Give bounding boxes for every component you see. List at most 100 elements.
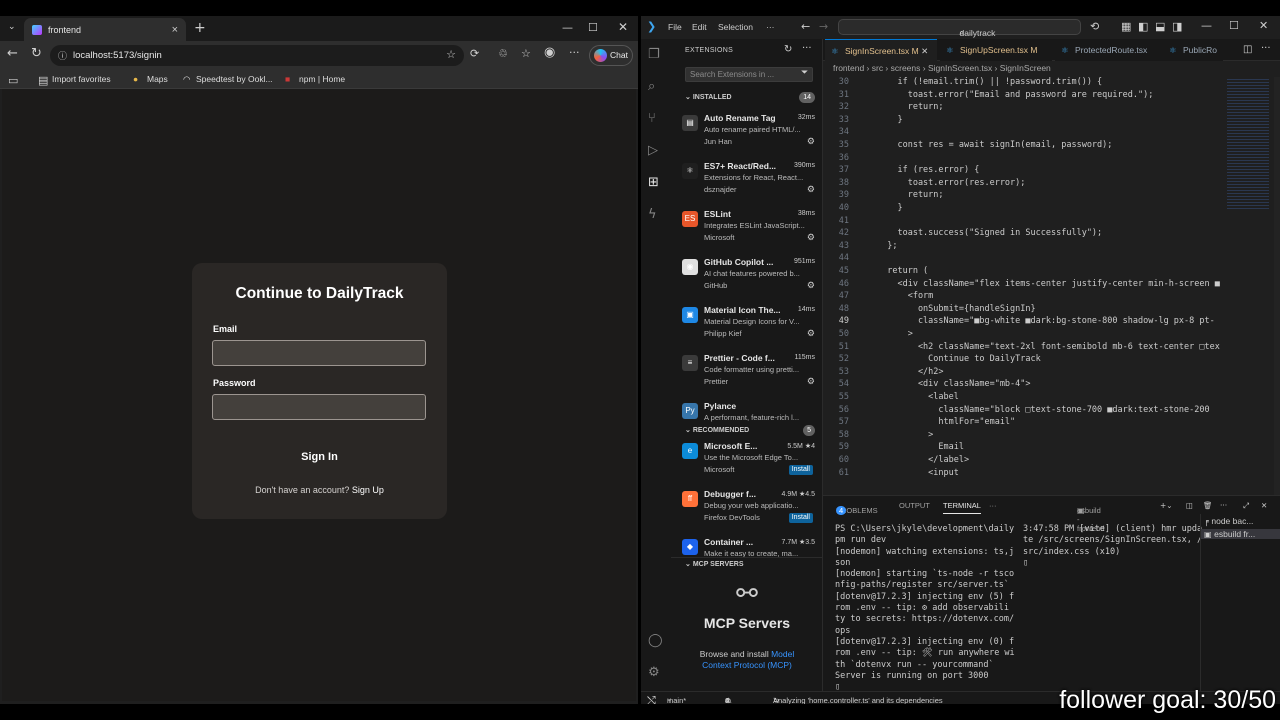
browser-essentials-icon[interactable]: ♲ <box>498 47 508 60</box>
terminal-output-left[interactable]: PS C:\Users\jkyle\development\daily pm r… <box>835 524 1015 693</box>
favorites-import-icon[interactable]: ▭ <box>8 74 18 87</box>
site-info-icon[interactable]: ⓘ <box>58 49 67 62</box>
menu-edit[interactable]: Edit <box>692 22 707 32</box>
recommended-section-header[interactable]: ⌄ RECOMMENDED 5 <box>671 424 822 437</box>
close-tab-icon[interactable]: × <box>172 24 178 36</box>
editor-tab[interactable]: ⚛ ProtectedRoute.tsx <box>1055 39 1167 61</box>
extension-item[interactable]: ▣ Material Icon The... 14ms Material Design… <box>671 301 822 349</box>
installed-section-header[interactable]: ⌄ INSTALLED 14 <box>671 91 822 104</box>
favorite-item-npm[interactable]: npm | Home <box>299 74 345 84</box>
refresh-icon[interactable]: ↻ <box>31 46 42 61</box>
toggle-sidebar-icon[interactable]: ◧ <box>1138 20 1148 33</box>
tab-terminal[interactable]: TERMINAL <box>943 501 981 514</box>
sign-in-button[interactable]: Sign In <box>192 451 447 463</box>
back-icon[interactable]: ← <box>7 46 18 61</box>
toggle-secondary-sidebar-icon[interactable]: ◨ <box>1172 20 1182 33</box>
run-debug-icon[interactable]: ▷ <box>648 143 658 158</box>
terminal-list-item-esbuild[interactable]: ▣ esbuild fr... <box>1201 529 1280 539</box>
extension-item[interactable]: ff Debugger f... 4.9M ★4.5 Debug your web a… <box>671 485 822 533</box>
editor-tab[interactable]: ⚛ SignUpScreen.tsx M <box>940 39 1052 61</box>
extension-icon[interactable]: ⟳ <box>470 47 479 60</box>
address-bar[interactable]: ⓘ localhost:5173/signin ☆ <box>50 45 464 66</box>
remote-icon[interactable]: ⤭ <box>647 694 656 704</box>
layout-icon[interactable]: ▦ <box>1121 20 1131 33</box>
sidebar-more-icon[interactable]: ··· <box>802 43 812 54</box>
command-center[interactable]: ⌕ dailytrack <box>838 19 1081 38</box>
manage-gear-icon[interactable]: ⚙ <box>807 232 815 243</box>
panel-more-icon[interactable]: ··· <box>1220 501 1227 510</box>
install-button[interactable]: Install <box>788 465 813 475</box>
code-view[interactable]: 30 if (!email.trim() || !password.trim()… <box>823 77 1223 495</box>
copilot-toggle-icon[interactable]: ⟲ <box>1090 20 1099 33</box>
tab-actions-icon[interactable]: ⌄ <box>8 22 16 32</box>
more-menu-icon[interactable]: ··· <box>569 46 580 59</box>
nav-back-icon[interactable]: ← <box>801 20 810 33</box>
filter-icon[interactable]: ⏷ <box>801 68 808 78</box>
editor-tab[interactable]: ⚛ PublicRo <box>1163 39 1223 61</box>
breadcrumb[interactable]: frontend › src › screens › SignInScreen.… <box>833 63 1051 73</box>
manage-gear-icon[interactable]: ⚙ <box>807 280 815 291</box>
menu-selection[interactable]: Selection <box>718 22 753 32</box>
mcp-link-model[interactable]: Model <box>771 649 794 659</box>
settings-gear-icon[interactable]: ⚙ <box>648 665 660 680</box>
manage-gear-icon[interactable]: ⚙ <box>807 136 815 147</box>
close-tab-icon[interactable]: ✕ <box>921 46 928 56</box>
maximize-icon[interactable]: ☐ <box>1229 19 1239 32</box>
menu-file[interactable]: File <box>668 22 682 32</box>
kill-terminal-icon[interactable]: 🗑 <box>1203 501 1213 510</box>
mcp-link-protocol[interactable]: Context Protocol (MCP) <box>702 660 792 670</box>
close-window-icon[interactable]: ✕ <box>1259 19 1268 32</box>
copilot-chat-button[interactable]: Chat <box>589 45 633 66</box>
manage-gear-icon[interactable]: ⚙ <box>807 376 815 387</box>
minimap[interactable] <box>1223 77 1280 495</box>
manage-gear-icon[interactable]: ⚙ <box>807 184 815 195</box>
maximize-icon[interactable]: ☐ <box>588 21 598 34</box>
favorite-item-maps[interactable]: Maps <box>147 74 168 84</box>
extension-item[interactable]: ◉ GitHub Copilot ... 951ms AI chat features… <box>671 253 822 301</box>
extension-item[interactable]: e Microsoft E... 5.5M ★4 Use the Microsoft … <box>671 437 822 485</box>
browser-tab[interactable]: frontend × <box>24 18 186 41</box>
maximize-panel-icon[interactable]: ⤢ <box>1243 501 1249 511</box>
tab-more[interactable]: ··· <box>989 501 997 510</box>
source-control-icon[interactable]: ⑂ <box>648 111 656 126</box>
account-icon[interactable]: ◯ <box>648 633 663 648</box>
lightning-icon[interactable]: ϟ <box>648 207 657 222</box>
terminal-list-item-node[interactable]: ╒ node bac... <box>1204 516 1253 526</box>
extension-item[interactable]: ⚛ ES7+ React/Red... 390ms Extensions for Re… <box>671 157 822 205</box>
email-field[interactable] <box>212 340 426 366</box>
split-editor-icon[interactable]: ◫ <box>1243 44 1252 55</box>
favorite-item-speedtest[interactable]: Speedtest by Ookl... <box>196 74 273 84</box>
favorites-icon[interactable]: ☆ <box>521 47 531 60</box>
refresh-extensions-icon[interactable]: ↻ <box>784 44 792 55</box>
explorer-icon[interactable]: ❐ <box>648 47 660 62</box>
terminal-output-right[interactable]: 3:47:58 PM [vite] (client) hmr upda te /… <box>1023 524 1202 569</box>
favorite-item-import[interactable]: Import favorites <box>52 74 111 84</box>
new-tab-icon[interactable]: + <box>194 20 206 36</box>
editor-more-icon[interactable]: ··· <box>1261 43 1271 54</box>
scrollbar[interactable] <box>1274 77 1280 495</box>
editor-tab[interactable]: ⚛ SignInScreen.tsx M ✕ <box>825 39 937 61</box>
split-terminal-icon[interactable]: ◫ <box>1186 501 1193 510</box>
close-panel-icon[interactable]: ✕ <box>1261 501 1267 510</box>
toggle-panel-icon[interactable]: ⬓ <box>1155 20 1165 33</box>
signup-link[interactable]: Sign Up <box>352 485 384 495</box>
nav-forward-icon[interactable]: → <box>819 20 828 33</box>
extensions-search-input[interactable]: Search Extensions in ... <box>685 67 813 82</box>
profile-avatar-icon[interactable]: ◉ <box>544 45 555 60</box>
search-view-icon[interactable]: ⌕ <box>648 79 655 94</box>
extension-item[interactable]: ▤ Auto Rename Tag 32ms Auto rename paired H… <box>671 109 822 157</box>
minimize-icon[interactable]: — <box>562 21 573 34</box>
mcp-section-header[interactable]: ⌄ MCP SERVERS <box>671 557 822 570</box>
extensions-icon[interactable]: ⊞ <box>648 175 659 190</box>
favorite-star-icon[interactable]: ☆ <box>446 48 456 61</box>
manage-gear-icon[interactable]: ⚙ <box>807 328 815 339</box>
tab-output[interactable]: OUTPUT <box>899 501 930 510</box>
minimize-icon[interactable]: — <box>1201 19 1212 32</box>
install-button[interactable]: Install <box>788 513 813 523</box>
password-field[interactable] <box>212 394 426 420</box>
extension-item[interactable]: ES ESLint 38ms Integrates ESLint JavaScript… <box>671 205 822 253</box>
close-window-icon[interactable]: ✕ <box>618 20 628 34</box>
new-terminal-icon[interactable]: +⌄ <box>1160 501 1173 510</box>
extension-item[interactable]: ≡ Prettier - Code f... 115ms Code formatter… <box>671 349 822 397</box>
menu-more[interactable]: ··· <box>766 22 775 32</box>
